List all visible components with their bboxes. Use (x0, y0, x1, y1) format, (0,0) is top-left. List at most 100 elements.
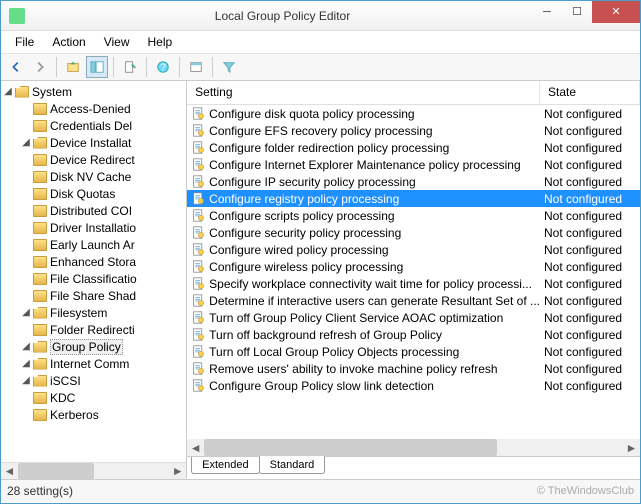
tree-item[interactable]: Access-Denied (1, 100, 186, 117)
column-state[interactable]: State (540, 81, 640, 104)
folder-icon (33, 307, 47, 319)
scroll-track[interactable] (18, 463, 169, 479)
folder-icon (33, 120, 47, 132)
scroll-thumb[interactable] (204, 439, 497, 456)
policy-icon (191, 209, 205, 223)
list-row[interactable]: Specify workplace connectivity wait time… (187, 275, 640, 292)
folder-icon (15, 86, 29, 98)
export-button[interactable] (119, 56, 141, 78)
menu-file[interactable]: File (7, 33, 42, 51)
properties-button[interactable] (185, 56, 207, 78)
collapse-icon[interactable]: ◢ (19, 307, 33, 318)
close-button[interactable]: ✕ (592, 1, 640, 23)
back-button[interactable] (5, 56, 27, 78)
tree-item[interactable]: KDC (1, 389, 186, 406)
show-tree-button[interactable] (86, 56, 108, 78)
tree-item-label: Kerberos (50, 408, 99, 422)
menu-action[interactable]: Action (44, 33, 93, 51)
tree-item[interactable]: Early Launch Ar (1, 236, 186, 253)
menu-help[interactable]: Help (140, 33, 181, 51)
scroll-right-button[interactable]: ► (623, 439, 640, 456)
tree-item[interactable]: Enhanced Stora (1, 253, 186, 270)
list-row[interactable]: Turn off Local Group Policy Objects proc… (187, 343, 640, 360)
scroll-right-button[interactable]: ► (169, 463, 186, 479)
tree-hscrollbar[interactable]: ◄ ► (1, 462, 186, 479)
list-row[interactable]: Determine if interactive users can gener… (187, 292, 640, 309)
collapse-icon[interactable]: ◢ (1, 86, 15, 97)
list-row[interactable]: Configure Internet Explorer Maintenance … (187, 156, 640, 173)
tree-item[interactable]: Disk NV Cache (1, 168, 186, 185)
tree-item[interactable]: Credentials Del (1, 117, 186, 134)
folder-icon (33, 188, 47, 200)
list-row[interactable]: Configure EFS recovery policy processing… (187, 122, 640, 139)
maximize-button[interactable]: ☐ (562, 1, 592, 23)
list-row[interactable]: Configure scripts policy processingNot c… (187, 207, 640, 224)
tree-item-label: Disk Quotas (50, 187, 115, 201)
tree-item[interactable]: File Share Shad (1, 287, 186, 304)
tree-item[interactable]: ◢Device Installat (1, 134, 186, 151)
list-row[interactable]: Turn off Group Policy Client Service AOA… (187, 309, 640, 326)
list-hscrollbar[interactable]: ◄ ► (187, 439, 640, 456)
tree-item[interactable]: Kerberos (1, 406, 186, 423)
list-row[interactable]: Configure security policy processingNot … (187, 224, 640, 241)
collapse-icon[interactable]: ◢ (19, 341, 33, 352)
cell-state: Not configured (540, 141, 640, 155)
minimize-button[interactable]: ─ (532, 1, 562, 23)
tab-extended[interactable]: Extended (191, 457, 259, 474)
setting-name: Determine if interactive users can gener… (209, 294, 540, 308)
help-button[interactable]: ? (152, 56, 174, 78)
tree-item-label: Disk NV Cache (50, 170, 131, 184)
list-row[interactable]: Configure IP security policy processingN… (187, 173, 640, 190)
policy-icon (191, 328, 205, 342)
setting-name: Configure disk quota policy processing (209, 107, 414, 121)
column-setting[interactable]: Setting (187, 81, 540, 104)
cell-setting: Remove users' ability to invoke machine … (187, 362, 540, 376)
list-row[interactable]: Configure disk quota policy processingNo… (187, 105, 640, 122)
tree-item[interactable]: ◢iSCSI (1, 372, 186, 389)
tree-item[interactable]: ◢Group Policy (1, 338, 186, 355)
toolbar-separator (113, 57, 114, 77)
tree-item[interactable]: Disk Quotas (1, 185, 186, 202)
list-row[interactable]: Configure registry policy processingNot … (187, 190, 640, 207)
cell-setting: Configure registry policy processing (187, 192, 540, 206)
scroll-left-button[interactable]: ◄ (1, 463, 18, 479)
up-button[interactable] (62, 56, 84, 78)
cell-setting: Configure folder redirection policy proc… (187, 141, 540, 155)
tree[interactable]: ◢SystemAccess-DeniedCredentials Del◢Devi… (1, 81, 186, 462)
collapse-icon[interactable]: ◢ (19, 358, 33, 369)
list-row[interactable]: Turn off background refresh of Group Pol… (187, 326, 640, 343)
list-row[interactable]: Configure Group Policy slow link detecti… (187, 377, 640, 394)
scroll-left-button[interactable]: ◄ (187, 439, 204, 456)
tree-item[interactable]: ◢System (1, 83, 186, 100)
tree-item[interactable]: ◢Filesystem (1, 304, 186, 321)
scroll-track[interactable] (204, 439, 623, 456)
tree-item-label: Internet Comm (50, 357, 129, 371)
cell-setting: Configure Group Policy slow link detecti… (187, 379, 540, 393)
cell-state: Not configured (540, 260, 640, 274)
tree-item[interactable]: Folder Redirecti (1, 321, 186, 338)
tree-item[interactable]: Distributed COI (1, 202, 186, 219)
tree-item[interactable]: File Classificatio (1, 270, 186, 287)
tree-item[interactable]: ◢ Internet Comm (1, 355, 186, 372)
collapse-icon[interactable]: ◢ (19, 375, 33, 386)
setting-name: Configure IP security policy processing (209, 175, 416, 189)
list-row[interactable]: Remove users' ability to invoke machine … (187, 360, 640, 377)
cell-state: Not configured (540, 277, 640, 291)
list-body[interactable]: Configure disk quota policy processing No… (187, 105, 640, 439)
list-row[interactable]: Configure folder redirection policy proc… (187, 139, 640, 156)
cell-state: Not configured (540, 328, 640, 342)
menubar: File Action View Help (1, 31, 640, 53)
list-row[interactable]: Configure wired policy processingNot con… (187, 241, 640, 258)
scroll-thumb[interactable] (18, 463, 94, 479)
list-row[interactable]: Configure wireless policy processingNot … (187, 258, 640, 275)
cell-state: Not configured (540, 226, 640, 240)
forward-button[interactable] (29, 56, 51, 78)
tree-item[interactable]: Device Redirect (1, 151, 186, 168)
setting-name: Configure Internet Explorer Maintenance … (209, 158, 521, 172)
collapse-icon[interactable]: ◢ (19, 137, 33, 148)
tree-item-label: Credentials Del (50, 119, 132, 133)
menu-view[interactable]: View (96, 33, 138, 51)
tree-item[interactable]: Driver Installatio (1, 219, 186, 236)
filter-button[interactable] (218, 56, 240, 78)
tab-standard[interactable]: Standard (259, 456, 326, 474)
